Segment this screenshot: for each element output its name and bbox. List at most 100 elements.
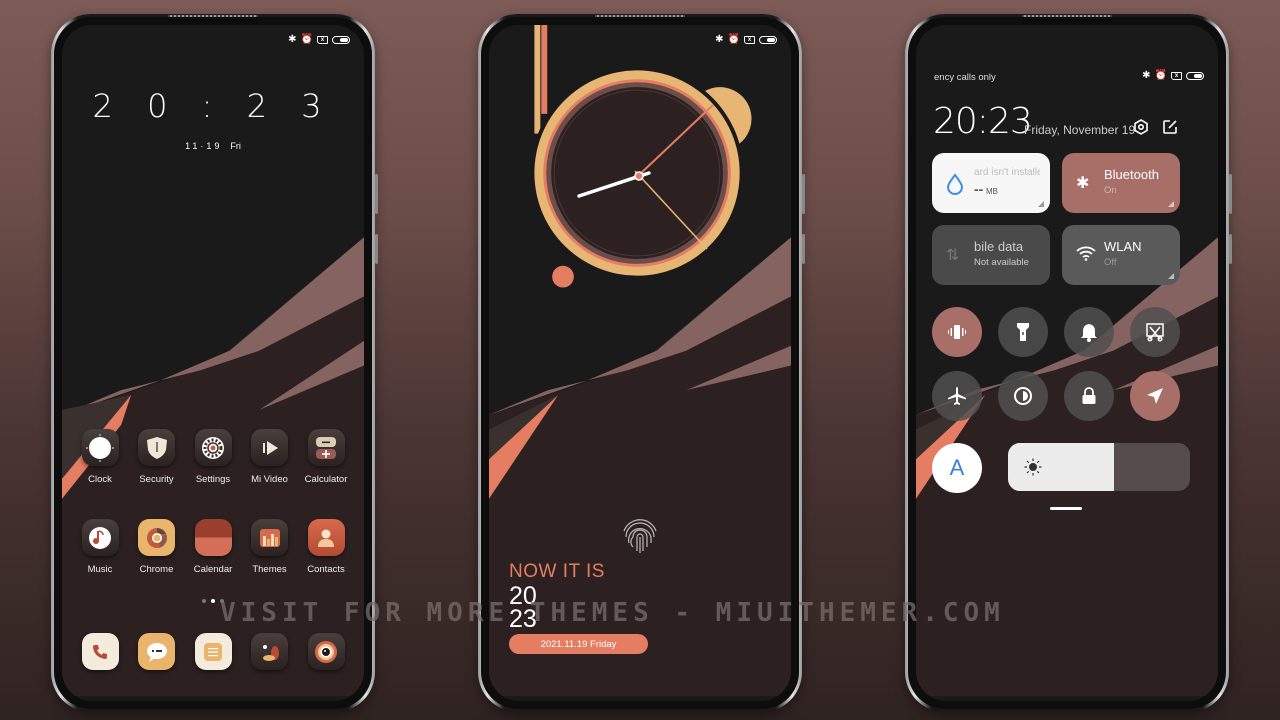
date-text: 11·19 xyxy=(185,141,223,151)
app-row-2: Music Chrome Calendar Themes Contacts xyxy=(72,519,354,575)
no-sim-icon: x xyxy=(317,36,328,44)
toggle-reading-mode[interactable] xyxy=(998,371,1048,421)
battery-icon xyxy=(759,36,777,44)
app-calendar[interactable]: Calendar xyxy=(185,519,241,575)
tile-status: Not available xyxy=(974,257,1029,268)
water-drop-icon xyxy=(946,173,964,200)
cc-date[interactable]: Friday, November 19 xyxy=(1024,123,1135,137)
toggle-flashlight[interactable] xyxy=(998,307,1048,357)
app-label: Music xyxy=(87,564,113,575)
lock-screen: ✱ ⏰ x NOW IT IS 20 23 2021.11.19 Friday xyxy=(489,25,791,701)
lock-icon xyxy=(1082,387,1096,404)
alarm-icon: ⏰ xyxy=(1154,70,1167,81)
settings-button[interactable] xyxy=(1133,119,1149,140)
data-unit: MB xyxy=(985,187,998,196)
toggle-airplane[interactable] xyxy=(932,371,982,421)
tile-title: ard isn't installe xyxy=(974,167,1040,178)
app-label: Calculator xyxy=(304,474,348,485)
fingerprint-icon xyxy=(623,519,657,553)
now-it-is-label: NOW IT IS xyxy=(509,561,605,582)
toggle-mute[interactable] xyxy=(1064,307,1114,357)
brightness-slider[interactable] xyxy=(1008,443,1190,491)
music-icon xyxy=(81,519,119,556)
auto-brightness-button[interactable]: A xyxy=(932,443,982,493)
edit-button[interactable] xyxy=(1162,119,1178,140)
dock-messages[interactable] xyxy=(129,633,185,670)
airplane-icon xyxy=(948,387,966,405)
second-hand xyxy=(638,104,714,176)
camera-icon xyxy=(307,633,345,670)
app-label: Settings xyxy=(195,474,231,485)
tile-bluetooth[interactable]: ✱ Bluetooth On xyxy=(1062,153,1180,213)
data-value: -- xyxy=(974,181,984,197)
app-settings[interactable]: Settings xyxy=(185,429,241,485)
app-contacts[interactable]: Contacts xyxy=(298,519,354,575)
dock-camera[interactable] xyxy=(298,633,354,670)
toggle-screenshot[interactable] xyxy=(1130,307,1180,357)
bluetooth-icon: ✱ xyxy=(288,34,297,45)
toggle-lock-screen[interactable] xyxy=(1064,371,1114,421)
tile-mobile-data[interactable]: ⇅ bile data Not available xyxy=(932,225,1050,285)
mobile-data-icon: ⇅ xyxy=(946,247,960,264)
tile-data-usage[interactable]: ard isn't installe -- MB xyxy=(932,153,1050,213)
status-bar: ✱ ⏰ x xyxy=(715,35,777,45)
clock-center xyxy=(634,171,644,181)
carrier-status: ency calls only xyxy=(934,72,996,83)
app-row-1: Clock Security Settings Mi Video Calcula… xyxy=(72,429,354,485)
messages-icon xyxy=(138,633,175,670)
chrome-icon xyxy=(138,519,175,556)
app-label: Contacts xyxy=(307,564,345,575)
play-icon xyxy=(251,429,288,466)
page-indicator[interactable] xyxy=(62,599,364,603)
app-clock[interactable]: Clock xyxy=(72,429,128,485)
page-dot[interactable] xyxy=(220,599,224,603)
location-icon xyxy=(1147,388,1163,404)
phone-lock-screen: ✱ ⏰ x NOW IT IS 20 23 2021.11.19 Friday xyxy=(478,14,805,712)
clock-minute: 2 3 xyxy=(246,87,334,125)
no-sim-icon: x xyxy=(1171,72,1182,80)
app-label: Chrome xyxy=(139,564,174,575)
app-label: Themes xyxy=(252,564,287,575)
app-security[interactable]: Security xyxy=(129,429,185,485)
sun-icon xyxy=(1024,458,1042,481)
drag-handle[interactable] xyxy=(1050,507,1082,510)
status-bar: ✱ ⏰ x xyxy=(1142,71,1204,81)
tile-title: Bluetooth xyxy=(1104,167,1159,182)
analog-clock xyxy=(577,104,714,250)
app-themes[interactable]: Themes xyxy=(242,519,298,575)
tile-wlan[interactable]: WLAN Off xyxy=(1062,225,1180,285)
dock-phone[interactable] xyxy=(72,633,128,670)
page-dot-active[interactable] xyxy=(211,599,215,603)
control-center: ency calls only ✱ ⏰ x 20:23 Friday, Nove… xyxy=(916,25,1218,701)
toggle-vibrate[interactable] xyxy=(932,307,982,357)
dock-notes[interactable] xyxy=(185,633,241,670)
fingerprint-sensor[interactable] xyxy=(618,515,662,564)
wifi-icon xyxy=(1076,245,1096,266)
battery-icon xyxy=(1186,72,1204,80)
day-text: Fri xyxy=(230,141,241,151)
app-mi-video[interactable]: Mi Video xyxy=(242,429,298,485)
phone-control-center: ency calls only ✱ ⏰ x 20:23 Friday, Nove… xyxy=(905,14,1232,712)
app-calculator[interactable]: Calculator xyxy=(298,429,354,485)
contact-icon xyxy=(307,519,345,556)
calculator-icon xyxy=(307,429,345,466)
status-bar: ✱ ⏰ x xyxy=(288,35,350,45)
app-chrome[interactable]: Chrome xyxy=(129,519,185,575)
clock-widget-time[interactable]: 2 0 : 2 3 xyxy=(62,87,364,125)
phone-icon xyxy=(81,633,119,670)
battery-icon xyxy=(332,36,350,44)
cc-time[interactable]: 20:23 xyxy=(933,101,1033,142)
tile-title: bile data xyxy=(974,239,1024,254)
power-button xyxy=(375,234,378,264)
themes-icon xyxy=(251,519,288,556)
power-button xyxy=(802,234,805,264)
toggle-location[interactable] xyxy=(1130,371,1180,421)
calendar-icon xyxy=(194,519,232,556)
dock-gallery[interactable] xyxy=(242,633,298,670)
app-label: Calendar xyxy=(193,564,233,575)
page-dot[interactable] xyxy=(202,599,206,603)
bluetooth-icon: ✱ xyxy=(715,34,724,45)
shield-icon xyxy=(138,429,175,466)
app-label: Security xyxy=(139,474,174,485)
app-music[interactable]: Music xyxy=(72,519,128,575)
